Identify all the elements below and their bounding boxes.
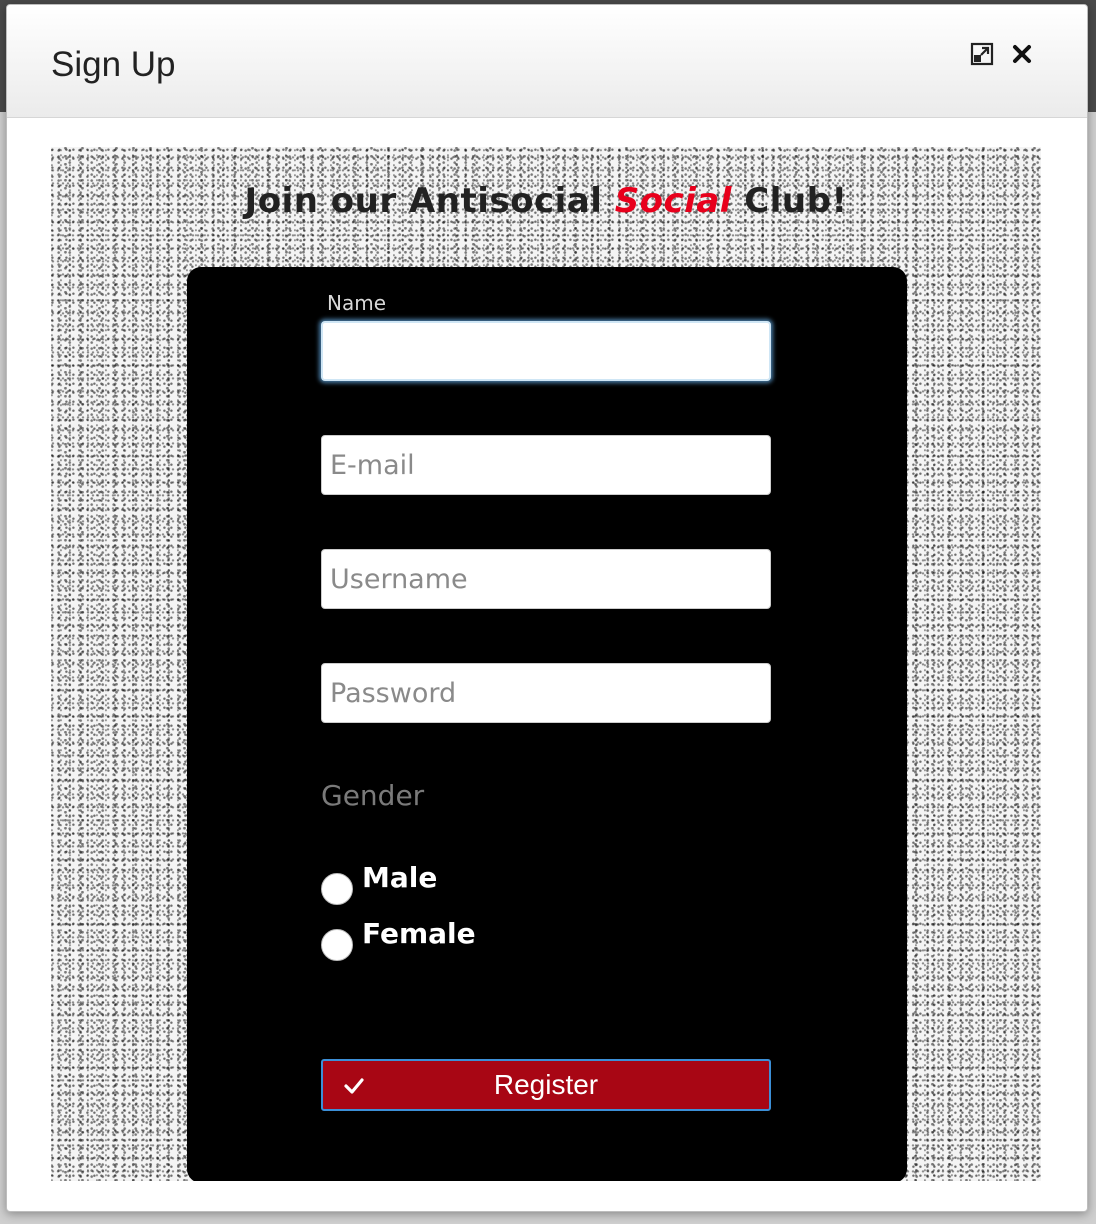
male-radio-label: Male [362,861,438,894]
maximize-icon [970,42,994,66]
maximize-button[interactable] [969,41,995,67]
username-field[interactable] [321,549,771,609]
close-button[interactable] [1009,41,1035,67]
close-icon [1013,45,1031,63]
password-field[interactable] [321,663,771,723]
register-button-label: Register [493,1069,599,1100]
register-button[interactable]: Register [321,1059,771,1111]
name-label: Name [327,291,387,315]
page-heading: Join our Antisocial Social Club! [51,181,1041,221]
male-radio[interactable] [321,873,353,905]
name-field[interactable] [321,321,771,381]
modal-body: Join our Antisocial Social Club! Name Ge… [51,147,1041,1181]
signup-modal: Sign Up Join our Antisocial Social Club!… [6,4,1088,1212]
heading-text-start: Join our Antisocial [244,181,615,221]
female-radio[interactable] [321,929,353,961]
heading-accent-text: Social [614,181,732,221]
signup-form: Name Gender Male Female Register [187,267,907,1181]
modal-title: Sign Up [51,45,176,84]
modal-header: Sign Up [7,5,1087,118]
email-field[interactable] [321,435,771,495]
female-radio-label: Female [362,917,476,950]
heading-text-end: Club! [731,181,848,221]
gender-label: Gender [321,779,425,812]
